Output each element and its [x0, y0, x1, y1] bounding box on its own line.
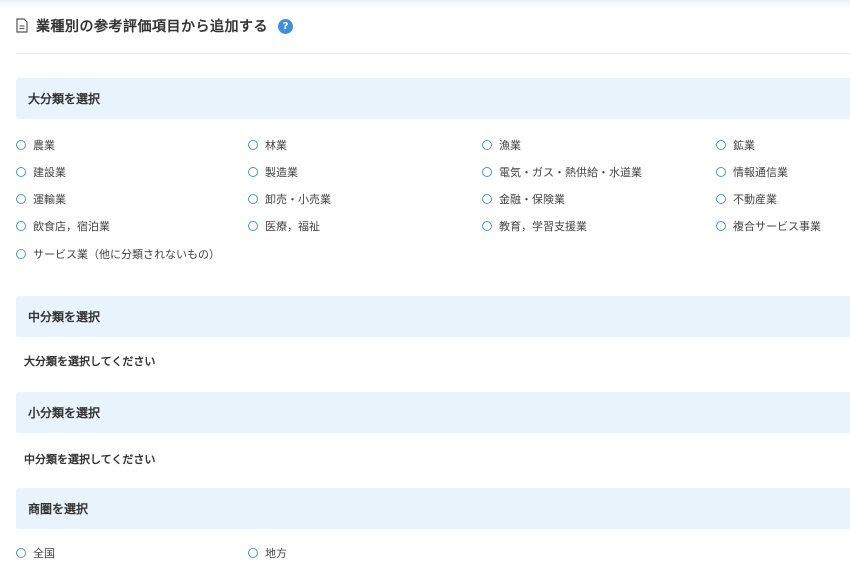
minor-category-hint: 中分類を選択してください: [24, 453, 156, 466]
radio-major-mining[interactable]: 鉱業: [716, 137, 755, 153]
section-title: 中分類を選択: [28, 310, 101, 324]
radio-major-compound-services[interactable]: 複合サービス事業: [716, 218, 821, 234]
radio-major-services-other[interactable]: サービス業（他に分類されないもの）: [16, 246, 220, 262]
radio-circle[interactable]: [248, 167, 258, 177]
radio-circle[interactable]: [16, 167, 26, 177]
radio-label: 不動産業: [733, 193, 777, 206]
radio-label: 運輸業: [33, 193, 66, 206]
radio-major-education[interactable]: 教育，学習支援業: [482, 218, 587, 234]
radio-major-manufacturing[interactable]: 製造業: [248, 164, 298, 180]
radio-major-fishery[interactable]: 漁業: [482, 137, 521, 153]
radio-label: 建設業: [33, 166, 66, 179]
section-title: 小分類を選択: [28, 406, 101, 420]
panel-header: 業種別の参考評価項目から追加する ?: [16, 14, 293, 38]
radio-major-wholesale-retail[interactable]: 卸売・小売業: [248, 191, 331, 207]
radio-circle[interactable]: [16, 194, 26, 204]
middle-category-hint: 大分類を選択してください: [24, 355, 156, 368]
radio-label: 鉱業: [733, 139, 755, 152]
radio-major-finance[interactable]: 金融・保険業: [482, 191, 565, 207]
radio-label: 情報通信業: [733, 166, 788, 179]
radio-circle[interactable]: [16, 140, 26, 150]
radio-label: 地方: [265, 547, 287, 560]
radio-circle[interactable]: [248, 548, 258, 558]
radio-label: 教育，学習支援業: [499, 220, 587, 233]
minor-category-section-header: 小分類を選択: [16, 392, 850, 433]
radio-circle[interactable]: [482, 194, 492, 204]
radio-circle[interactable]: [248, 140, 258, 150]
page-title: 業種別の参考評価項目から追加する: [36, 19, 268, 35]
section-title: 大分類を選択: [28, 92, 101, 106]
radio-circle[interactable]: [716, 194, 726, 204]
document-icon: [16, 18, 30, 34]
radio-major-construction[interactable]: 建設業: [16, 164, 66, 180]
radio-label: 医療，福祉: [265, 220, 320, 233]
radio-major-medical-welfare[interactable]: 医療，福祉: [248, 218, 320, 234]
radio-circle[interactable]: [716, 167, 726, 177]
radio-circle[interactable]: [16, 548, 26, 558]
trade-area-section-header: 商圏を選択: [16, 488, 850, 529]
radio-circle[interactable]: [716, 221, 726, 231]
radio-circle[interactable]: [716, 140, 726, 150]
radio-label: 卸売・小売業: [265, 193, 331, 206]
radio-area-regional[interactable]: 地方: [248, 545, 287, 561]
radio-major-transport[interactable]: 運輸業: [16, 191, 66, 207]
radio-label: 林業: [265, 139, 287, 152]
radio-major-agriculture[interactable]: 農業: [16, 137, 55, 153]
radio-label: サービス業（他に分類されないもの）: [33, 248, 220, 261]
radio-circle[interactable]: [248, 221, 258, 231]
radio-major-food-lodging[interactable]: 飲食店，宿泊業: [16, 218, 110, 234]
radio-circle[interactable]: [248, 194, 258, 204]
radio-major-forestry[interactable]: 林業: [248, 137, 287, 153]
radio-circle[interactable]: [16, 249, 26, 259]
radio-major-information[interactable]: 情報通信業: [716, 164, 788, 180]
radio-label: 金融・保険業: [499, 193, 565, 206]
radio-label: 複合サービス事業: [733, 220, 821, 233]
radio-label: 製造業: [265, 166, 298, 179]
header-divider: [16, 53, 850, 54]
help-icon[interactable]: ?: [278, 18, 293, 34]
radio-label: 全国: [33, 547, 55, 560]
radio-circle[interactable]: [16, 221, 26, 231]
middle-category-section-header: 中分類を選択: [16, 296, 850, 337]
radio-label: 漁業: [499, 139, 521, 152]
radio-major-utilities[interactable]: 電気・ガス・熱供給・水道業: [482, 164, 642, 180]
radio-label: 飲食店，宿泊業: [33, 220, 110, 233]
radio-circle[interactable]: [482, 221, 492, 231]
radio-circle[interactable]: [482, 167, 492, 177]
major-category-section-header: 大分類を選択: [16, 78, 850, 119]
radio-label: 電気・ガス・熱供給・水道業: [499, 166, 642, 179]
radio-area-nationwide[interactable]: 全国: [16, 545, 55, 561]
section-title: 商圏を選択: [28, 502, 89, 516]
radio-label: 農業: [33, 139, 55, 152]
top-shadow: [0, 0, 850, 8]
radio-major-real-estate[interactable]: 不動産業: [716, 191, 777, 207]
radio-circle[interactable]: [482, 140, 492, 150]
